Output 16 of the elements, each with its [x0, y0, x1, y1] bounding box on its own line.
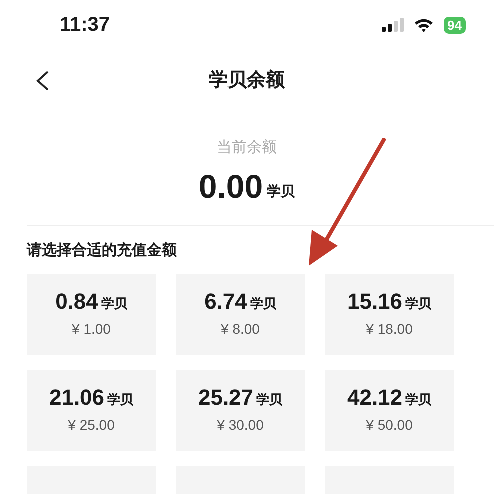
wifi-icon: [414, 18, 434, 32]
balance-unit: 学贝: [267, 182, 296, 202]
page-title: 学贝余额: [209, 68, 285, 93]
recharge-option[interactable]: 25.27 学贝 ¥ 30.00: [176, 370, 305, 450]
recharge-option[interactable]: 15.16 学贝 ¥ 18.00: [325, 274, 454, 354]
battery-level: 94: [444, 16, 466, 34]
signal-icon: [382, 18, 404, 32]
balance-label: 当前余额: [217, 137, 277, 158]
status-time: 11:37: [60, 13, 110, 38]
section-title: 请选择合适的充值金额: [27, 240, 177, 258]
recharge-option[interactable]: 42.12 学贝 ¥ 50.00: [325, 370, 454, 450]
recharge-option[interactable]: 21.06 学贝 ¥ 25.00: [27, 370, 156, 450]
back-icon[interactable]: [36, 71, 50, 91]
recharge-option[interactable]: 0.84 学贝 ¥ 1.00: [27, 274, 156, 354]
balance-amount: 0.00: [198, 166, 264, 206]
recharge-option[interactable]: 6.74 学贝 ¥ 8.00: [176, 274, 305, 354]
